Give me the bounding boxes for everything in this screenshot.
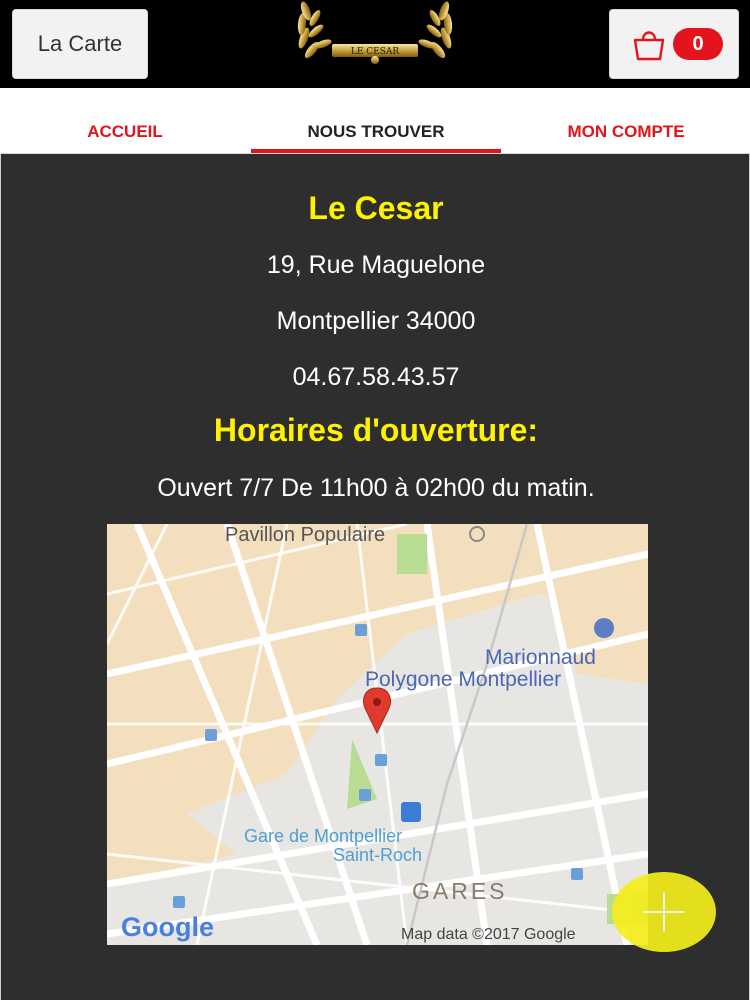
map-label-gares: GARES bbox=[412, 878, 508, 904]
map-pin-dot bbox=[373, 698, 381, 706]
bus-stop-icon-3 bbox=[375, 754, 387, 766]
bus-stop-icon-2 bbox=[205, 729, 217, 741]
store-info-panel: Le Cesar 19, Rue Maguelone Montpellier 3… bbox=[0, 154, 750, 1000]
plus-icon-vertical bbox=[663, 892, 665, 932]
menu-button[interactable]: La Carte bbox=[12, 9, 148, 79]
location-map[interactable]: Pavillon Populaire Marionnaud Polygone M… bbox=[107, 524, 648, 945]
shopping-bag-icon bbox=[633, 31, 665, 61]
main-nav: ACCUEIL NOUS TROUVER MON COMPTE bbox=[0, 88, 750, 154]
tab-mon-compte[interactable]: MON COMPTE bbox=[501, 122, 750, 154]
cart-count-badge: 0 bbox=[673, 28, 723, 60]
cart-button[interactable]: 0 bbox=[609, 9, 739, 79]
tab-accueil[interactable]: ACCUEIL bbox=[0, 122, 250, 154]
hours-heading: Horaires d'ouverture: bbox=[213, 412, 539, 448]
store-phone[interactable]: 04.67.58.43.57 bbox=[1, 363, 750, 392]
map-label-polygone: Polygone Montpellier bbox=[365, 668, 561, 691]
map-garden bbox=[397, 534, 427, 574]
train-station-icon bbox=[401, 802, 421, 822]
store-city: Montpellier 34000 bbox=[276, 307, 476, 335]
menu-button-label: La Carte bbox=[37, 31, 123, 56]
bus-stop-icon-6 bbox=[571, 868, 583, 880]
map-label-gare: Gare de Montpellier bbox=[244, 826, 402, 846]
app-header: La Carte LE CESAR 0 bbox=[0, 0, 750, 88]
google-logo: Google bbox=[121, 912, 214, 942]
active-tab-indicator bbox=[251, 149, 501, 153]
store-name: Le Cesar bbox=[308, 190, 444, 226]
map-label-marionnaud: Marionnaud bbox=[485, 646, 596, 669]
add-fab-button[interactable] bbox=[612, 872, 716, 952]
bus-stop-icon-5 bbox=[173, 896, 185, 908]
map-attribution: Map data ©2017 Google bbox=[401, 926, 576, 943]
map-label-pavillon: Pavillon Populaire bbox=[225, 524, 385, 546]
logo-text: LE CESAR bbox=[351, 47, 400, 57]
opening-hours: Ouvert 7/7 De 11h00 à 02h00 du matin. bbox=[157, 474, 595, 502]
shop-icon bbox=[594, 618, 614, 638]
map-label-saint-roch: Saint-Roch bbox=[333, 845, 422, 865]
bus-stop-icon bbox=[355, 624, 367, 636]
logo-laurel: LE CESAR bbox=[297, 1, 453, 64]
bus-stop-icon-4 bbox=[359, 789, 371, 801]
store-street: 19, Rue Maguelone bbox=[266, 251, 486, 279]
